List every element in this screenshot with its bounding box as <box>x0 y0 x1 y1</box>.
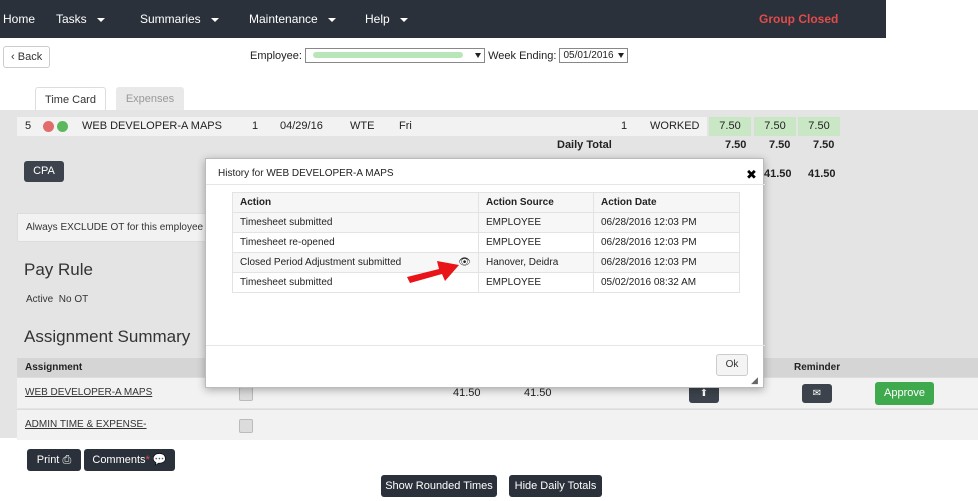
pay-code: WTE <box>350 120 375 132</box>
total-b: 41.50 <box>808 168 836 180</box>
history-table: Action Action Source Action Date Timeshe… <box>232 192 740 293</box>
pay-rule-details: Active No OT <box>26 294 89 305</box>
back-button[interactable]: ‹ Back <box>3 46 50 68</box>
source-cell: EMPLOYEE <box>478 232 594 253</box>
cpa-button[interactable]: CPA <box>24 161 64 182</box>
employee-select[interactable] <box>305 48 486 63</box>
modal-divider <box>206 184 765 185</box>
date-cell: 06/28/2016 12:03 PM <box>593 252 740 273</box>
daily-total-value: 7.50 <box>813 139 835 151</box>
envelope-icon: ✉ <box>812 388 822 399</box>
top-nav: Home Tasks Summaries Maintenance Help Gr… <box>0 0 886 38</box>
total-a: 41.50 <box>764 168 792 180</box>
source-cell: EMPLOYEE <box>478 272 594 293</box>
week-ending-select[interactable]: 05/01/2016 <box>559 48 629 63</box>
header-reminder: Reminder <box>794 362 841 373</box>
required-asterisk: * <box>145 454 150 466</box>
nav-tasks[interactable]: Tasks <box>56 12 105 26</box>
nav-maintenance[interactable]: Maintenance <box>249 12 336 26</box>
action-cell: Timesheet submitted <box>232 212 479 233</box>
history-header-row: Action Action Source Action Date <box>232 192 740 213</box>
assignment-name: WEB DEVELOPER-A MAPS <box>82 120 222 132</box>
assignment-link[interactable]: ADMIN TIME & EXPENSE- <box>25 419 147 430</box>
history-row: Timesheet re-opened EMPLOYEE 06/28/2016 … <box>232 232 740 253</box>
status-icons <box>43 117 69 136</box>
qty: 1 <box>252 120 259 132</box>
upload-icon: ⬆ <box>699 388 709 399</box>
resize-handle-icon[interactable]: ◢ <box>751 375 758 386</box>
col-action: Action <box>232 192 479 213</box>
selector-row: Employee: Week Ending: 05/01/2016 <box>250 48 629 63</box>
close-icon[interactable]: ✖ <box>746 167 757 183</box>
tab-time-card[interactable]: Time Card <box>35 87 106 111</box>
hours-cell: 7.50 <box>754 117 796 136</box>
daily-total-value: 7.50 <box>769 139 791 151</box>
modal-title: History for WEB DEVELOPER-A MAPS <box>218 168 394 179</box>
nav-summaries[interactable]: Summaries <box>140 12 219 26</box>
row-number: 5 <box>25 120 32 132</box>
count: 1 <box>621 120 628 132</box>
assignment-row <box>17 409 978 440</box>
date-cell: 05/02/2016 08:32 AM <box>593 272 740 293</box>
source-cell: EMPLOYEE <box>478 212 594 233</box>
assignment-checkbox[interactable] <box>239 387 253 401</box>
col-action-date: Action Date <box>593 192 740 213</box>
ok-button[interactable]: Ok <box>716 354 748 376</box>
approved-check-icon[interactable] <box>57 120 69 132</box>
blurred-employee-name <box>313 52 464 59</box>
history-modal: History for WEB DEVELOPER-A MAPS ✖ Actio… <box>205 158 765 388</box>
work-type: WORKED <box>650 120 700 132</box>
assignment-checkbox[interactable] <box>239 419 253 433</box>
action-cell: Timesheet re-opened <box>232 232 479 253</box>
printer-icon: ⎙ <box>62 454 72 466</box>
group-status: Group Closed <box>759 12 839 26</box>
hide-daily-totals-button[interactable]: Hide Daily Totals <box>509 475 602 497</box>
caret-down-icon <box>399 17 408 22</box>
weekday: Fri <box>399 120 412 132</box>
history-row: Timesheet submitted EMPLOYEE 06/28/2016 … <box>232 212 740 233</box>
exclude-ot-note: Always EXCLUDE OT for this employee <box>17 213 207 242</box>
reject-icon[interactable] <box>43 120 54 132</box>
red-arrow-icon <box>407 261 459 283</box>
caret-down-icon <box>96 17 105 22</box>
week-label: Week Ending: <box>488 49 557 62</box>
col-action-source: Action Source <box>478 192 594 213</box>
dropdown-arrow-icon <box>475 53 482 58</box>
assignment-summary-title: Assignment Summary <box>24 327 191 346</box>
comments-button[interactable]: Comments* 💬 <box>84 449 175 471</box>
assignment-link[interactable]: WEB DEVELOPER-A MAPS <box>25 387 152 398</box>
approve-button[interactable]: Approve <box>875 382 934 405</box>
show-rounded-times-button[interactable]: Show Rounded Times <box>381 475 497 497</box>
nav-help[interactable]: Help <box>365 12 408 26</box>
date-cell: 06/28/2016 12:03 PM <box>593 232 740 253</box>
hours-cell: 7.50 <box>709 117 751 136</box>
tab-expenses[interactable]: Expenses <box>116 87 184 111</box>
chat-bubble-icon: 💬 <box>152 454 167 466</box>
header-assignment: Assignment <box>25 362 83 373</box>
caret-down-icon <box>210 17 219 22</box>
daily-total-label: Daily Total <box>557 139 612 151</box>
history-row: Timesheet submitted EMPLOYEE 05/02/2016 … <box>232 272 740 293</box>
email-reminder-button[interactable]: ✉ <box>802 384 832 403</box>
hours-cell: 7.50 <box>798 117 840 136</box>
modal-footer-divider <box>206 345 765 346</box>
chevron-left-icon: ‹ <box>11 51 15 63</box>
entry-date: 04/29/16 <box>280 120 323 132</box>
caret-down-icon <box>327 17 336 22</box>
daily-total-value: 7.50 <box>725 139 747 151</box>
history-row: Closed Period Adjustment submitted 👁 Hano… <box>232 252 740 273</box>
pay-rule-title: Pay Rule <box>24 260 93 279</box>
nav-home[interactable]: Home <box>3 12 35 26</box>
date-cell: 06/28/2016 12:03 PM <box>593 212 740 233</box>
print-button[interactable]: Print ⎙ <box>27 449 81 471</box>
employee-label: Employee: <box>250 49 302 62</box>
source-cell: Hanover, Deidra <box>478 252 594 273</box>
dropdown-arrow-icon <box>618 53 625 58</box>
